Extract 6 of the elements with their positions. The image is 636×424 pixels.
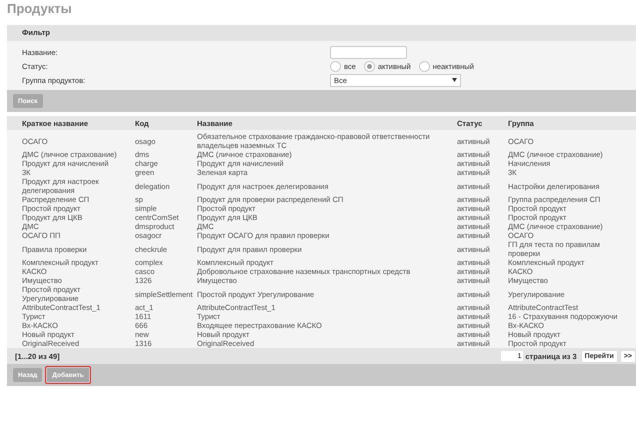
radio-button[interactable] [418,60,430,72]
radio-button[interactable] [330,60,341,72]
caret-icon [452,78,457,82]
radio-button[interactable] [364,60,375,72]
page-title: Продукты [6,0,73,18]
name-input[interactable] [330,46,407,58]
